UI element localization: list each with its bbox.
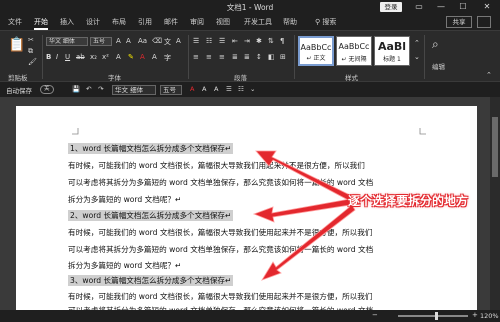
zoom-level[interactable]: 120% (480, 312, 499, 320)
arrow-to-heading-1 (255, 150, 353, 202)
zoom-out-icon[interactable]: − (372, 311, 378, 319)
zoom-slider[interactable] (398, 315, 468, 317)
zoom-slider-knob[interactable] (435, 312, 438, 320)
status-bar: − + 120% (0, 310, 500, 322)
zoom-in-icon[interactable]: + (472, 311, 478, 319)
annotation-arrows (252, 150, 356, 281)
annotation-label: 逐个选择要拆分的地方 (348, 194, 469, 208)
